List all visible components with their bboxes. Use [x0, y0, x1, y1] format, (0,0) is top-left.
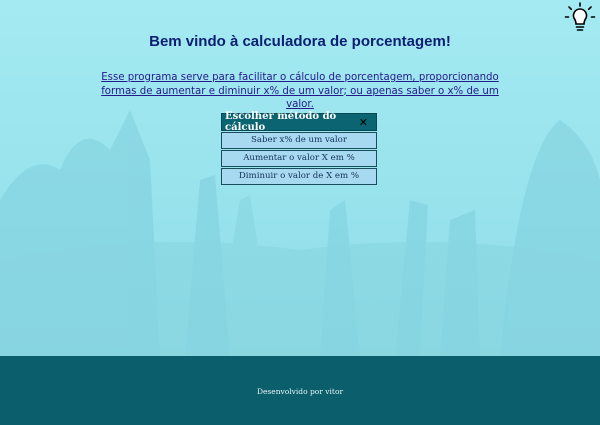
menu-title: Escolher método do cálculo	[225, 111, 337, 133]
lightbulb-icon-graphic	[564, 2, 596, 31]
footer: Desenvolvido por vitor	[0, 356, 600, 425]
menu-item-aumentar-valor[interactable]: Aumentar o valor X em %	[221, 150, 377, 167]
menu-item-diminuir-valor[interactable]: Diminuir o valor de X em %	[221, 168, 377, 185]
menu-header[interactable]: Escolher método do cálculo ✕	[221, 111, 377, 133]
page-title: Bem vindo à calculadora de porcentagem!	[149, 33, 451, 50]
footer-credit: Desenvolvido por vitor	[256, 387, 344, 396]
intro-description: Esse programa serve para facilitar o cál…	[101, 72, 499, 110]
lightbulb-icon[interactable]	[564, 2, 596, 34]
close-icon[interactable]: ✕	[359, 116, 368, 129]
calculation-method-menu: Escolher método do cálculo ✕ Saber x% de…	[221, 111, 377, 185]
menu-item-saber-percent[interactable]: Saber x% de um valor	[221, 132, 377, 149]
